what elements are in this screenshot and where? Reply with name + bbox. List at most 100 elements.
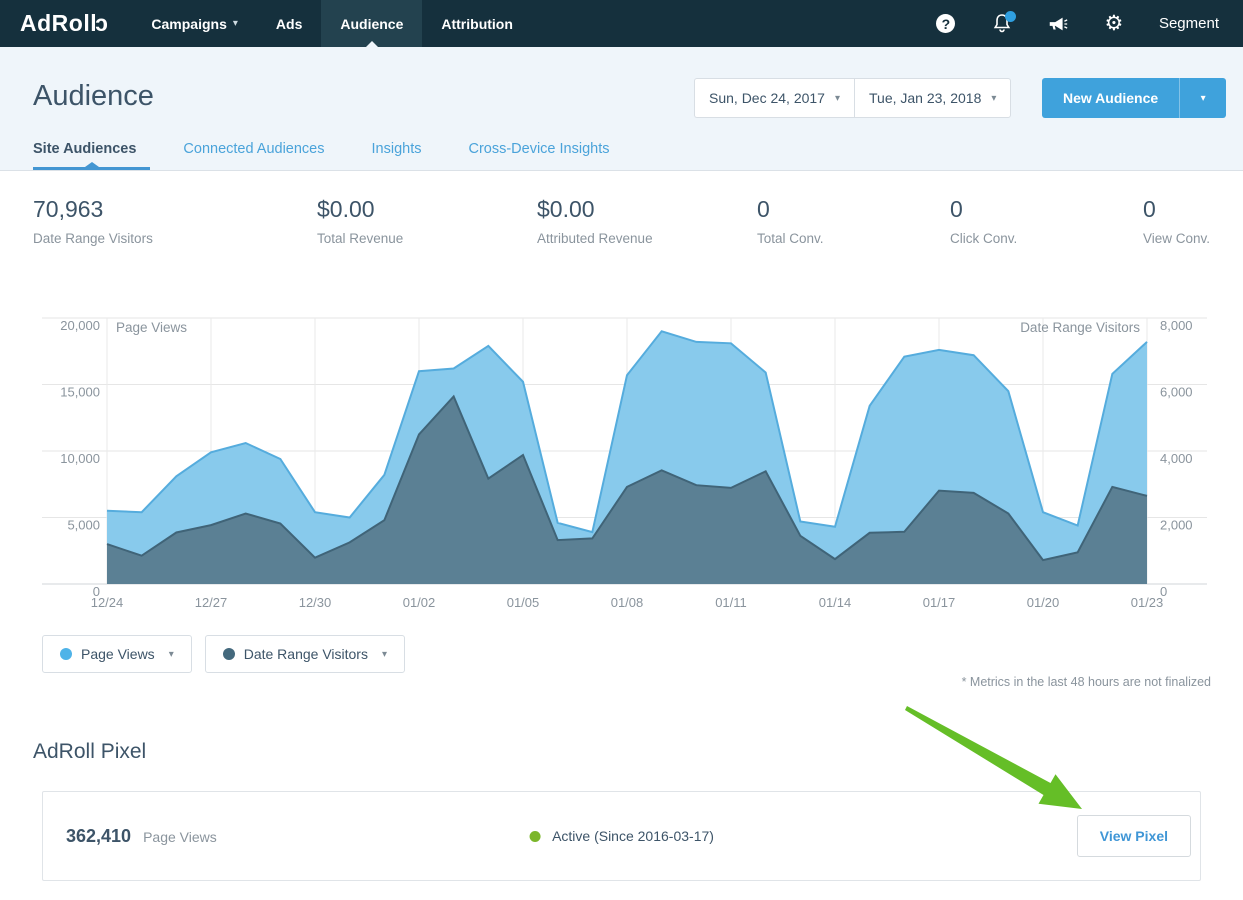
chevron-down-icon: ▾ — [835, 93, 840, 104]
new-audience-button[interactable]: New Audience — [1042, 78, 1179, 118]
account-name[interactable]: Segment — [1159, 15, 1219, 32]
legend-date-range-visitors-dropdown[interactable]: Date Range Visitors ▾ — [205, 635, 405, 673]
tab-bar: Site Audiences Connected Audiences Insig… — [33, 141, 610, 170]
svg-text:01/14: 01/14 — [819, 595, 852, 610]
tab-cross-device-insights[interactable]: Cross-Device Insights — [468, 141, 609, 170]
svg-text:01/11: 01/11 — [715, 595, 747, 610]
nav-item-label: Ads — [276, 16, 302, 32]
chevron-down-icon: ▾ — [1201, 93, 1206, 104]
svg-text:01/08: 01/08 — [611, 595, 644, 610]
question-mark-glyph: ? — [936, 14, 955, 33]
traffic-chart[interactable]: 20,000 8,000 15,000 6,000 10,000 4,000 5,000 2,… — [0, 310, 1243, 620]
stat-view-conv: 0 View Conv. — [1143, 196, 1210, 246]
tab-connected-audiences[interactable]: Connected Audiences — [183, 141, 324, 170]
metrics-footnote: * Metrics in the last 48 hours are not f… — [962, 675, 1211, 689]
nav-item-label: Audience — [340, 16, 403, 32]
date-start-input[interactable]: Sun, Dec 24, 2017 ▾ — [694, 78, 854, 118]
tab-site-audiences[interactable]: Site Audiences — [33, 141, 136, 170]
stat-total-conv: 0 Total Conv. — [757, 196, 824, 246]
help-icon[interactable]: ? — [935, 13, 957, 35]
nav-item-label: Campaigns — [151, 16, 226, 32]
stat-total-revenue: $0.00 Total Revenue — [317, 196, 403, 246]
stat-label: View Conv. — [1143, 231, 1210, 246]
pixel-status: Active (Since 2016-03-17) — [529, 828, 714, 844]
svg-text:12/24: 12/24 — [91, 595, 124, 610]
legend-page-views-dropdown[interactable]: Page Views ▾ — [42, 635, 192, 673]
adroll-logo[interactable]: AdRollɔ — [0, 0, 132, 47]
nav-item-campaigns[interactable]: Campaigns ▾ — [132, 0, 257, 47]
svg-text:6,000: 6,000 — [1160, 385, 1193, 400]
date-end-input[interactable]: Tue, Jan 23, 2018 ▾ — [854, 78, 1011, 118]
settings-gear-icon[interactable]: ⚙ — [1103, 13, 1125, 35]
nav-item-audience[interactable]: Audience — [321, 0, 422, 47]
tab-label: Cross-Device Insights — [468, 141, 609, 157]
logo-hook-glyph: ɔ — [95, 10, 108, 37]
new-audience-split-button: New Audience ▾ — [1042, 78, 1226, 118]
tab-insights[interactable]: Insights — [372, 141, 422, 170]
tab-label: Site Audiences — [33, 141, 136, 157]
svg-text:01/05: 01/05 — [507, 595, 540, 610]
traffic-chart-container: 20,000 8,000 15,000 6,000 10,000 4,000 5,000 2,… — [0, 310, 1243, 620]
date-range-picker: Sun, Dec 24, 2017 ▾ Tue, Jan 23, 2018 ▾ — [694, 78, 1011, 118]
stat-attributed-revenue: $0.00 Attributed Revenue — [537, 196, 653, 246]
stat-label: Total Revenue — [317, 231, 403, 246]
pixel-card: 362,410 Page Views Active (Since 2016-03… — [42, 791, 1201, 881]
active-tab-underline — [33, 167, 150, 170]
svg-text:2,000: 2,000 — [1160, 518, 1193, 533]
visitors-series-dot — [223, 648, 235, 660]
date-end-value: Tue, Jan 23, 2018 — [869, 90, 981, 106]
notification-badge — [1005, 11, 1016, 22]
pixel-section-heading: AdRoll Pixel — [33, 740, 146, 764]
svg-text:01/17: 01/17 — [923, 595, 956, 610]
nav-items: Campaigns ▾ Ads Audience Attribution — [132, 0, 532, 47]
megaphone-glyph — [1047, 14, 1069, 34]
logo-text: AdRoll — [20, 10, 97, 37]
stat-date-range-visitors: 70,963 Date Range Visitors — [33, 196, 153, 246]
stat-value: 0 — [757, 196, 824, 223]
status-text: Active (Since 2016-03-17) — [552, 828, 714, 844]
nav-right: ? ⚙ Segment — [935, 0, 1243, 47]
stat-value: 70,963 — [33, 196, 153, 223]
svg-text:15,000: 15,000 — [60, 385, 100, 400]
top-nav: AdRollɔ Campaigns ▾ Ads Audience Attribu… — [0, 0, 1243, 47]
date-start-value: Sun, Dec 24, 2017 — [709, 90, 825, 106]
page-views-series-dot — [60, 648, 72, 660]
page-title: Audience — [33, 80, 154, 113]
new-audience-dropdown-button[interactable]: ▾ — [1179, 78, 1226, 118]
svg-text:12/30: 12/30 — [299, 595, 332, 610]
announcements-megaphone-icon[interactable] — [1047, 13, 1069, 35]
pixel-page-views-label: Page Views — [143, 829, 217, 845]
stat-value: 0 — [950, 196, 1017, 223]
tab-label: Connected Audiences — [183, 141, 324, 157]
legend-label: Page Views — [81, 646, 155, 662]
chevron-down-icon: ▾ — [382, 649, 387, 660]
svg-text:Page Views: Page Views — [116, 320, 187, 335]
svg-text:10,000: 10,000 — [60, 451, 100, 466]
nav-item-ads[interactable]: Ads — [257, 0, 321, 47]
tab-label: Insights — [372, 141, 422, 157]
stat-value: $0.00 — [537, 196, 653, 223]
stat-label: Click Conv. — [950, 231, 1017, 246]
nav-item-label: Attribution — [441, 16, 513, 32]
gear-glyph: ⚙ — [1105, 13, 1124, 34]
svg-text:20,000: 20,000 — [60, 318, 100, 333]
stat-value: $0.00 — [317, 196, 403, 223]
svg-text:Date Range Visitors: Date Range Visitors — [1020, 320, 1140, 335]
svg-text:5,000: 5,000 — [67, 518, 100, 533]
page: AdRollɔ Campaigns ▾ Ads Audience Attribu… — [0, 0, 1243, 900]
legend-label: Date Range Visitors — [244, 646, 368, 662]
pixel-page-views-value: 362,410 — [66, 826, 131, 847]
svg-text:4,000: 4,000 — [1160, 451, 1193, 466]
svg-text:01/20: 01/20 — [1027, 595, 1060, 610]
svg-text:8,000: 8,000 — [1160, 318, 1193, 333]
nav-item-attribution[interactable]: Attribution — [422, 0, 532, 47]
chart-legend: Page Views ▾ Date Range Visitors ▾ — [42, 635, 405, 673]
svg-text:01/02: 01/02 — [403, 595, 436, 610]
stat-value: 0 — [1143, 196, 1210, 223]
svg-text:01/23: 01/23 — [1131, 595, 1164, 610]
chevron-down-icon: ▾ — [169, 649, 174, 660]
chevron-down-icon: ▾ — [233, 18, 238, 29]
view-pixel-button[interactable]: View Pixel — [1077, 815, 1191, 857]
notifications-bell-icon[interactable] — [991, 13, 1013, 35]
page-header: Audience Sun, Dec 24, 2017 ▾ Tue, Jan 23… — [0, 47, 1243, 171]
